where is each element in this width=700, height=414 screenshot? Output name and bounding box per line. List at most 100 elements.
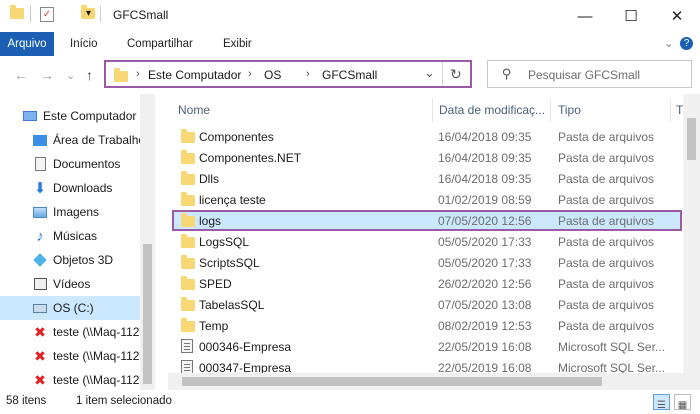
sidebar-item-label: teste (\\Maq-112 [53, 325, 140, 339]
sidebar-scrollbar[interactable] [140, 94, 155, 390]
sidebar-item-este-computador[interactable]: Este Computador [22, 104, 155, 128]
file-name: logs [199, 214, 222, 228]
horizontal-scrollbar-thumb[interactable] [182, 377, 602, 386]
sidebar-item-imagens[interactable]: Imagens [32, 200, 155, 224]
up-arrow-icon[interactable]: ↑ [86, 67, 93, 83]
minimize-button[interactable]: — [562, 0, 608, 32]
folder-icon [181, 255, 195, 269]
customize-quick-access-icon[interactable]: ▾ [86, 8, 91, 19]
horizontal-scrollbar[interactable] [168, 373, 683, 390]
file-row[interactable]: logs 07/05/2020 12:56 Pasta de arquivos [172, 210, 682, 231]
videos-icon [32, 276, 48, 292]
computer-icon [22, 108, 38, 124]
file-row[interactable]: LogsSQL 05/05/2020 17:33 Pasta de arquivos [172, 231, 682, 252]
sidebar-item-downloads[interactable]: ⬇ Downloads [32, 176, 155, 200]
file-type: Pasta de arquivos [558, 235, 655, 249]
file-type: Pasta de arquivos [558, 193, 655, 207]
column-header-size[interactable]: T [676, 98, 683, 122]
file-list: Nome Data de modificaç... Tipo T Compone… [168, 94, 683, 388]
sidebar-item-objetos-3d[interactable]: Objetos 3D [32, 248, 155, 272]
breadcrumb-gfcsmall[interactable]: GFCSmall [322, 68, 377, 82]
file-row[interactable]: Componentes 16/04/2018 09:35 Pasta de arqu… [172, 126, 682, 147]
back-arrow-icon[interactable]: ← [14, 67, 28, 83]
network-drive-icon: ✖ [34, 371, 46, 388]
desktop-icon [32, 132, 48, 148]
large-icons-view-button[interactable]: ▦ [674, 394, 691, 411]
column-header-date[interactable]: Data de modificaç... [439, 98, 545, 122]
folder-icon [114, 68, 128, 82]
column-divider[interactable] [432, 98, 433, 122]
file-date: 16/04/2018 09:35 [438, 130, 532, 144]
file-row[interactable]: SPED 26/02/2020 12:56 Pasta de arquivos [172, 273, 682, 294]
details-view-button[interactable]: ☰ [653, 394, 670, 411]
file-row[interactable]: Temp 08/02/2019 12:53 Pasta de arquivos [172, 315, 682, 336]
file-row[interactable]: licença teste 01/02/2019 08:59 Pasta de ar… [172, 189, 682, 210]
file-row[interactable]: Dlls 16/04/2018 09:35 Pasta de arquivos [172, 168, 682, 189]
vertical-scrollbar-thumb[interactable] [687, 118, 696, 160]
divider [30, 6, 31, 22]
sidebar-item-label: Documentos [53, 157, 121, 171]
sidebar-item-label: teste (\\Maq-112 [53, 349, 140, 363]
breadcrumb-este-computador[interactable]: Este Computador [148, 68, 241, 82]
sidebar-item-musicas[interactable]: ♪ Músicas [32, 224, 155, 248]
maximize-button[interactable]: ☐ [608, 0, 654, 32]
sidebar-item-teste-2[interactable]: ✖ teste (\\Maq-112 [32, 344, 155, 368]
column-divider[interactable] [550, 98, 551, 122]
breadcrumb-separator: › [306, 68, 310, 80]
search-input[interactable]: Pesquisar GFCSmall [528, 68, 640, 82]
sidebar-item-area-de-trabalho[interactable]: Área de Trabalho [32, 128, 155, 152]
file-date: 01/02/2019 08:59 [438, 193, 532, 207]
sidebar-item-label: teste (\\Maq-112 [53, 373, 140, 387]
sql-file-icon [181, 339, 193, 353]
sidebar-item-label: Imagens [53, 205, 100, 219]
sql-file-icon [181, 360, 193, 374]
file-row[interactable]: Componentes.NET 16/04/2018 09:35 Pasta de … [172, 147, 682, 168]
recent-locations-icon[interactable]: ⌄ [66, 69, 75, 82]
properties-icon[interactable]: ✓ [40, 7, 54, 22]
sidebar-item-documentos[interactable]: Documentos [32, 152, 155, 176]
breadcrumb-separator: › [248, 68, 252, 80]
sidebar-scrollbar-thumb[interactable] [143, 244, 152, 384]
tab-inicio[interactable]: Início [70, 32, 98, 56]
sidebar-item-label: Músicas [53, 229, 98, 243]
help-icon[interactable]: ? [680, 37, 693, 50]
file-name: Componentes.NET [199, 151, 302, 165]
item-count: 58 itens [6, 395, 47, 407]
sidebar-item-os-c[interactable]: OS (C:) [0, 296, 140, 320]
file-row[interactable]: ScriptsSQL 05/05/2020 17:33 Pasta de arqui… [172, 252, 682, 273]
close-button[interactable]: ✕ [654, 0, 700, 32]
file-name: 000346-Empresa [199, 340, 292, 354]
ribbon-tabs: Arquivo Início Compartilhar Exibir ⌄ ? [0, 32, 700, 56]
tab-compartilhar[interactable]: Compartilhar [127, 32, 193, 56]
file-name: Componentes [199, 130, 274, 144]
file-row[interactable]: 000346-Empresa 22/05/2019 16:08 Microsoft … [172, 336, 682, 357]
vertical-scrollbar[interactable] [683, 94, 700, 390]
file-type: Pasta de arquivos [558, 256, 655, 270]
downloads-icon: ⬇ [33, 180, 47, 197]
search-box[interactable]: ⚲ Pesquisar GFCSmall [487, 60, 692, 88]
tab-exibir[interactable]: Exibir [223, 32, 252, 56]
expand-ribbon-icon[interactable]: ⌄ [664, 32, 674, 56]
sidebar-item-teste-3[interactable]: ✖ teste (\\Maq-112 [32, 368, 155, 390]
sidebar-item-videos[interactable]: Vídeos [32, 272, 155, 296]
window-title: GFCSmall [113, 8, 169, 22]
breadcrumb-separator: › [136, 68, 140, 80]
column-header-name[interactable]: Nome [178, 98, 210, 122]
address-dropdown-icon[interactable]: ⌄ [424, 65, 435, 81]
folder-icon [181, 234, 195, 248]
refresh-icon[interactable]: ↻ [450, 66, 462, 83]
address-bar[interactable]: › Este Computador › OS › GFCSmall ⌄ ↻ [104, 60, 472, 88]
tab-arquivo[interactable]: Arquivo [0, 32, 54, 56]
file-name: Temp [199, 319, 229, 333]
breadcrumb-os[interactable]: OS [264, 68, 281, 82]
search-icon: ⚲ [502, 66, 512, 81]
forward-arrow-icon[interactable]: → [40, 67, 54, 83]
folder-icon [181, 150, 195, 164]
file-date: 08/02/2019 12:53 [438, 319, 532, 333]
sidebar-item-teste-1[interactable]: ✖ teste (\\Maq-112 [32, 320, 155, 344]
folder-icon [181, 297, 195, 311]
file-row[interactable]: TabelasSQL 07/05/2020 13:08 Pasta de arqui… [172, 294, 682, 315]
column-header-type[interactable]: Tipo [558, 98, 581, 122]
documents-icon [32, 156, 48, 172]
column-divider[interactable] [670, 98, 671, 122]
